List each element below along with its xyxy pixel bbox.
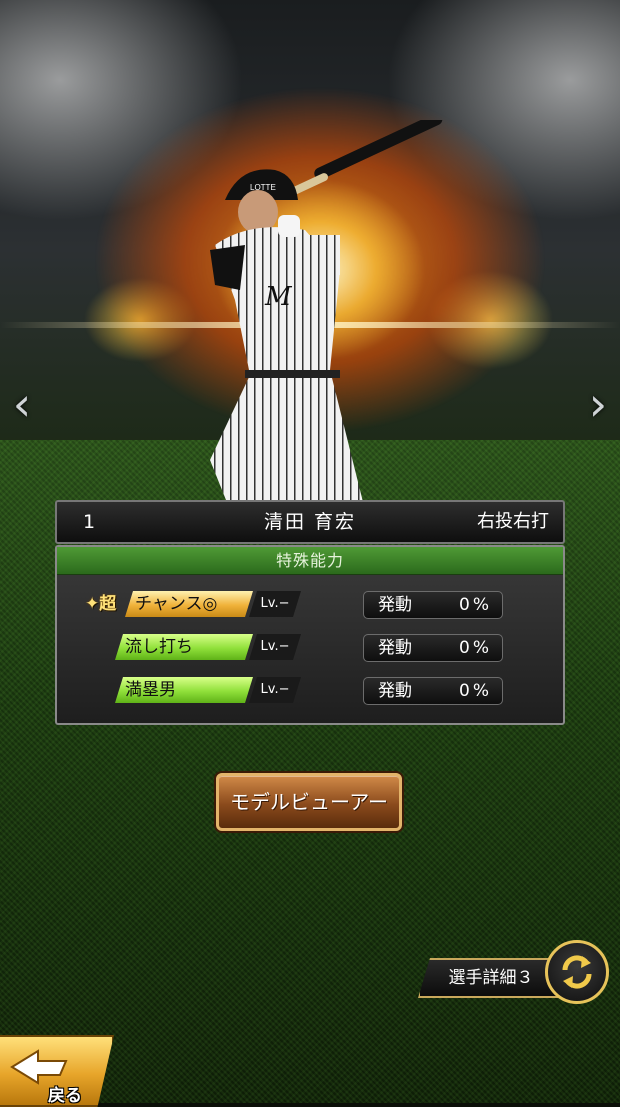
activation-box: 発動 0%	[363, 677, 503, 705]
activation-box: 発動 0%	[363, 634, 503, 662]
super-mark: ✦超	[85, 594, 117, 614]
special-abilities-panel: 特殊能力 ✦超 チャンス◎ Lv.− 発動 0% 流し打ち Lv.− 発動 0%…	[55, 545, 565, 725]
chevron-right-icon[interactable]: ›	[580, 378, 616, 430]
ability-row: 満塁男 Lv.− 発動 0%	[57, 677, 563, 707]
arrow-left-icon	[10, 1049, 68, 1085]
ability-label: 満塁男	[115, 677, 253, 703]
back-label: 戻る	[48, 1086, 82, 1106]
ability-label: 流し打ち	[115, 634, 253, 660]
ability-row: ✦超 チャンス◎ Lv.− 発動 0%	[57, 591, 563, 621]
activation-value: 0%	[459, 638, 492, 658]
activation-value: 0%	[459, 681, 492, 701]
panel-title: 特殊能力	[57, 547, 563, 575]
ability-level: Lv.−	[249, 677, 301, 703]
svg-text:M: M	[264, 282, 293, 312]
refresh-arrows-icon[interactable]	[545, 940, 609, 1004]
ability-level: Lv.−	[249, 591, 301, 617]
player-handedness: 右投右打	[477, 511, 549, 532]
player-figure: LOTTE M	[210, 120, 443, 510]
player-detail-button[interactable]: 選手詳細３	[418, 958, 558, 998]
ability-label: チャンス◎	[125, 591, 253, 617]
back-button[interactable]: 戻る	[0, 1035, 114, 1107]
activation-label: 発動	[378, 595, 412, 615]
model-viewer-button[interactable]: モデルビューアー	[216, 773, 402, 831]
player-header: 1 清田 育宏 右投右打	[55, 500, 565, 544]
refresh-arrows-glyph	[562, 955, 592, 989]
activation-label: 発動	[378, 681, 412, 701]
activation-box: 発動 0%	[363, 591, 503, 619]
super-mark-text: 超	[99, 594, 117, 614]
ability-level: Lv.−	[249, 634, 301, 660]
activation-value: 0%	[459, 595, 492, 615]
chevron-left-icon[interactable]: ‹	[4, 378, 40, 430]
activation-label: 発動	[378, 638, 412, 658]
ability-row: 流し打ち Lv.− 発動 0%	[57, 634, 563, 664]
